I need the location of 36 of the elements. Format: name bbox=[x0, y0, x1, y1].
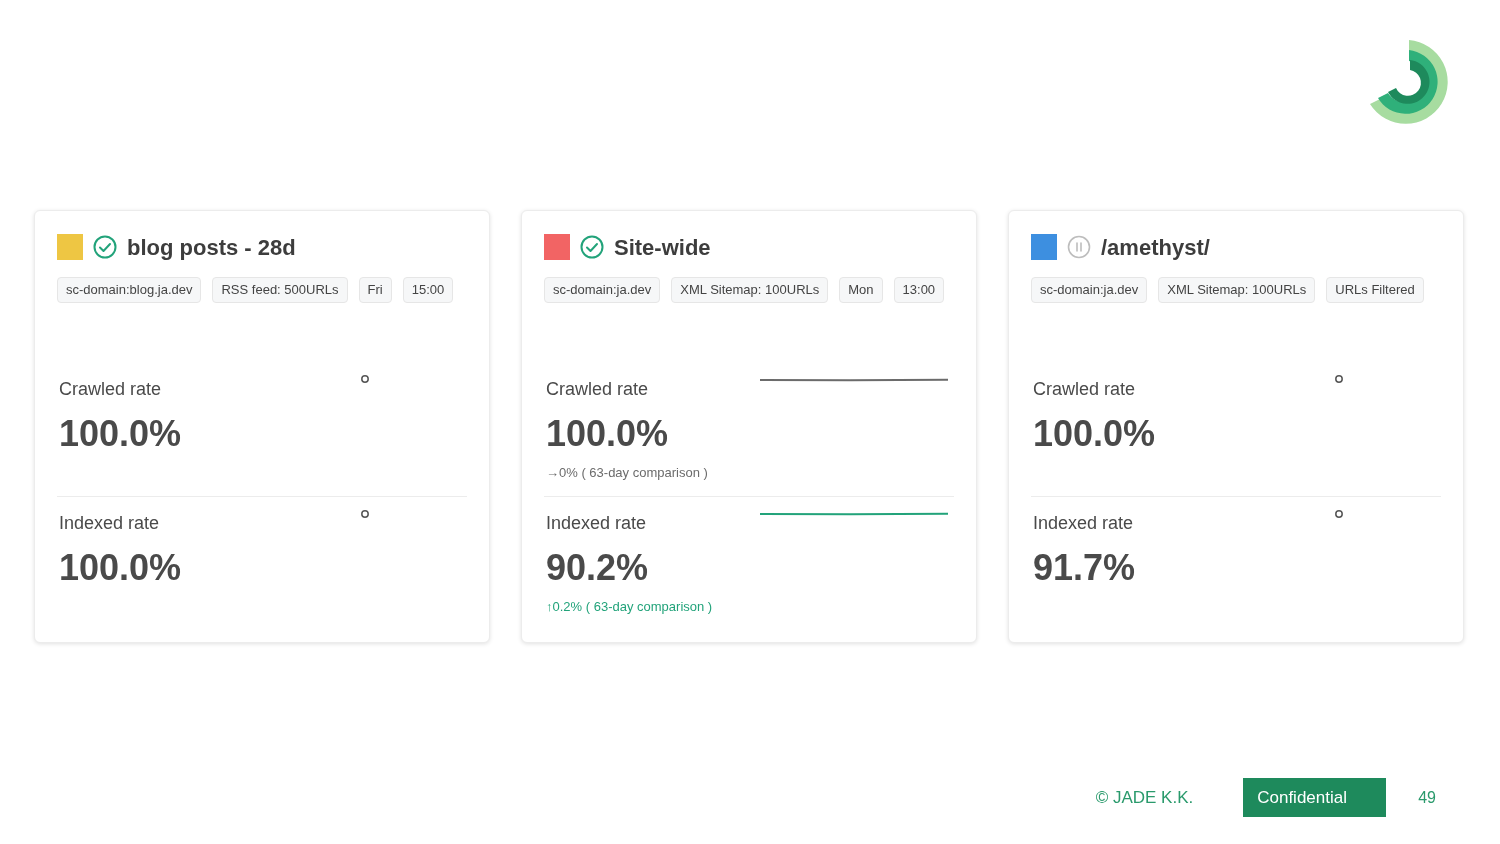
confidential-label: Confidential bbox=[1243, 778, 1387, 817]
metric-value: 100.0% bbox=[546, 412, 669, 456]
tag: XML Sitemap: 100URLs bbox=[671, 277, 829, 303]
metric-label: Crawled rate bbox=[1033, 378, 1136, 401]
metric-value: 91.7% bbox=[1033, 546, 1136, 590]
metric-value: 100.0% bbox=[1033, 412, 1156, 456]
comparison-text: ↑0.2% ( 63-day comparison ) bbox=[546, 598, 713, 616]
empty-data-point bbox=[1334, 509, 1344, 519]
metric-label: Crawled rate bbox=[546, 378, 649, 401]
tag: sc-domain:ja.dev bbox=[544, 277, 661, 303]
comparison-text: →0% ( 63-day comparison ) bbox=[546, 464, 708, 482]
metric-label: Indexed rate bbox=[1033, 512, 1134, 535]
tag: RSS feed: 500URLs bbox=[212, 277, 348, 303]
tag: Mon bbox=[839, 277, 883, 303]
empty-data-point bbox=[1334, 374, 1344, 384]
empty-data-point bbox=[360, 374, 370, 384]
tag: URLs Filtered bbox=[1326, 277, 1424, 303]
tag: XML Sitemap: 100URLs bbox=[1158, 277, 1316, 303]
card-title: Site-wide bbox=[614, 233, 711, 262]
metric-label: Indexed rate bbox=[546, 512, 647, 535]
card-title: blog posts - 28d bbox=[127, 233, 296, 262]
metric-label: Indexed rate bbox=[59, 512, 160, 535]
page-number: 49 bbox=[1418, 787, 1436, 808]
tag: 13:00 bbox=[893, 277, 945, 303]
tag: sc-domain:blog.ja.dev bbox=[57, 277, 202, 303]
metric-value: 90.2% bbox=[546, 546, 649, 590]
copyright-text: © JADE K.K. bbox=[1095, 786, 1194, 809]
metric-value: 100.0% bbox=[59, 546, 182, 590]
tag: Fri bbox=[358, 277, 392, 303]
metric-label: Crawled rate bbox=[59, 378, 162, 401]
tag: sc-domain:ja.dev bbox=[1031, 277, 1148, 303]
tag: 15:00 bbox=[402, 277, 454, 303]
metric-value: 100.0% bbox=[59, 412, 182, 456]
empty-data-point bbox=[360, 509, 370, 519]
logo-icon bbox=[1368, 38, 1450, 126]
card-title: /amethyst/ bbox=[1101, 233, 1210, 262]
